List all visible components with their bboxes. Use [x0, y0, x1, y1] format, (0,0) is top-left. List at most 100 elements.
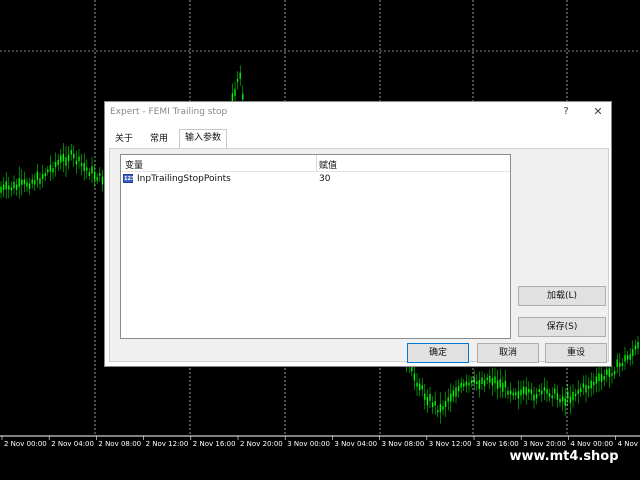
candle-body	[424, 393, 426, 400]
candle-body	[239, 72, 241, 79]
candle-body	[70, 150, 72, 155]
candle-body	[632, 349, 634, 356]
candle-body	[512, 392, 514, 396]
candle-body	[57, 159, 59, 166]
candle-body	[491, 378, 494, 386]
help-icon[interactable]: ?	[559, 105, 573, 119]
candle-body	[418, 383, 421, 391]
candle-body	[486, 377, 488, 381]
watermark: www.mt4.shop	[496, 446, 632, 468]
candle-body	[624, 355, 626, 362]
candle-body	[2, 184, 5, 190]
candle-body	[447, 397, 449, 402]
candle-body	[44, 173, 46, 177]
candle-body	[528, 389, 530, 393]
candle-body	[96, 177, 98, 181]
inputs-panel: 变量 赋值 123 InpTrailingStopPoints 30 加载(L)…	[109, 148, 609, 362]
candle-body	[452, 390, 455, 397]
candle-body	[585, 384, 587, 393]
candle-body	[517, 391, 520, 399]
candle-body	[535, 393, 538, 399]
candle-body	[637, 341, 639, 349]
tab-inputs[interactable]: 输入参数	[179, 129, 227, 149]
param-name: InpTrailingStopPoints	[137, 174, 231, 184]
candle-body	[242, 93, 244, 100]
candle-body	[23, 179, 26, 185]
candle-body	[67, 154, 70, 162]
candle-body	[569, 396, 572, 404]
time-tick-label: 2 Nov 08:00	[98, 440, 141, 448]
candle-body	[431, 402, 434, 408]
candle-body	[621, 363, 624, 366]
candle-body	[476, 381, 478, 384]
candle-body	[533, 394, 535, 401]
candle-body	[83, 162, 85, 172]
expert-dialog: Expert - FEMI Trailing stop ? ✕ 关于 常用 输入…	[104, 101, 612, 367]
candle-body	[572, 391, 574, 401]
candle-body	[590, 380, 592, 389]
cancel-button[interactable]: 取消	[477, 343, 539, 363]
param-value[interactable]: 30	[319, 174, 330, 184]
candle-body	[13, 181, 15, 189]
candle-body	[611, 373, 613, 376]
candle-body	[101, 176, 104, 185]
candle-body	[577, 389, 579, 395]
candle-body	[554, 388, 556, 394]
candle-body	[421, 385, 423, 390]
table-row[interactable]: 123 InpTrailingStopPoints 30	[121, 172, 510, 187]
candle-body	[561, 396, 564, 402]
candle-body	[21, 179, 23, 185]
candle-body	[598, 373, 600, 382]
tab-about[interactable]: 关于	[111, 131, 137, 148]
candle-body	[236, 78, 239, 82]
candle-body	[426, 397, 429, 406]
candle-body	[634, 345, 637, 350]
column-separator[interactable]	[316, 155, 317, 171]
candle-body	[416, 382, 418, 387]
candle-body	[483, 380, 486, 387]
candle-body	[0, 186, 2, 193]
candle-body	[99, 173, 101, 176]
ok-button[interactable]: 确定	[407, 343, 469, 363]
candle-body	[478, 380, 481, 389]
candle-body	[460, 382, 462, 388]
candle-body	[444, 401, 447, 408]
candle-body	[494, 376, 496, 384]
candle-body	[582, 383, 585, 388]
column-header-value[interactable]: 赋值	[319, 158, 337, 171]
candle-body	[86, 167, 88, 171]
candle-body	[439, 404, 442, 412]
candle-body	[54, 162, 57, 168]
candle-body	[36, 171, 39, 180]
candle-body	[93, 171, 96, 180]
candle-body	[73, 153, 75, 159]
dialog-title: Expert - FEMI Trailing stop	[110, 107, 228, 117]
dialog-titlebar[interactable]: Expert - FEMI Trailing stop ? ✕	[105, 102, 611, 124]
candle-body	[593, 381, 595, 386]
tab-common[interactable]: 常用	[143, 131, 175, 148]
column-header-variable[interactable]: 变量	[125, 158, 143, 171]
candle-body	[463, 383, 465, 387]
candle-body	[525, 387, 527, 395]
candle-body	[556, 393, 559, 400]
candle-body	[437, 410, 439, 413]
candle-body	[75, 160, 78, 165]
candle-body	[455, 387, 457, 397]
load-button[interactable]: 加载(L)	[518, 286, 606, 306]
candle-body	[548, 393, 551, 397]
close-icon[interactable]: ✕	[591, 105, 605, 119]
reset-button[interactable]: 重设	[545, 343, 607, 363]
candle-body	[442, 406, 444, 410]
save-button[interactable]: 保存(S)	[518, 317, 606, 337]
candle-body	[574, 393, 577, 397]
table-header: 变量 赋值	[121, 155, 510, 172]
candle-body	[520, 389, 522, 396]
candle-body	[595, 376, 598, 384]
candle-body	[616, 359, 618, 367]
candle-body	[470, 380, 473, 384]
candle-body	[567, 391, 569, 399]
candle-body	[47, 169, 49, 173]
candle-body	[468, 382, 470, 386]
candle-body	[489, 375, 491, 383]
time-tick-label: 3 Nov 08:00	[382, 440, 425, 448]
